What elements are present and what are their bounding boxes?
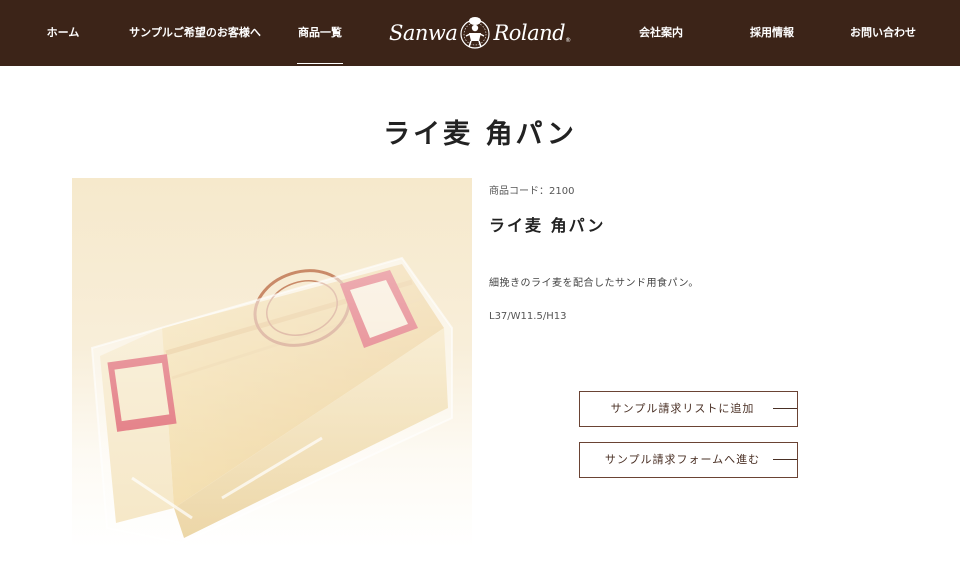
product-photo <box>72 178 472 548</box>
product-description: 細挽きのライ麦を配合したサンド用食パン。 <box>489 278 699 289</box>
nav-contact[interactable]: お問い合わせ <box>850 0 916 66</box>
logo-text-left: Sanwa <box>389 21 458 45</box>
add-to-sample-list-label: サンプル請求リストに追加 <box>610 402 755 415</box>
sanwa-roland-logo[interactable]: Sanwa Roland ® <box>389 12 573 54</box>
add-to-sample-list-button[interactable]: サンプル請求リストに追加 <box>579 391 798 427</box>
nav-sample-request-info[interactable]: サンプルご希望のお客様へ <box>128 0 262 66</box>
registered-mark: ® <box>565 37 572 44</box>
nav-company-info[interactable]: 会社案内 <box>638 0 684 66</box>
bread-photo-icon <box>90 256 453 545</box>
page-title: ライ麦 角パン <box>383 119 577 150</box>
nav-product-list[interactable]: 商品一覧 <box>297 0 343 66</box>
product-code: 商品コード：2100 <box>489 186 575 197</box>
go-to-sample-form-label: サンプル請求フォームへ進む <box>604 453 761 466</box>
top-navigation: ホーム サンプルご希望のお客様へ 商品一覧 Sanwa Roland ® 会社案… <box>0 0 960 66</box>
baker-emblem-icon <box>460 17 491 49</box>
nav-home[interactable]: ホーム <box>46 0 80 66</box>
product-name: ライ麦 角パン <box>489 216 606 235</box>
arrow-line-icon <box>773 459 797 460</box>
product-dimensions: L37/W11.5/H13 <box>489 311 567 322</box>
go-to-sample-form-button[interactable]: サンプル請求フォームへ進む <box>579 442 798 478</box>
logo-text-right: Roland <box>493 21 566 45</box>
arrow-line-icon <box>773 408 797 409</box>
nav-recruitment[interactable]: 採用情報 <box>749 0 795 66</box>
